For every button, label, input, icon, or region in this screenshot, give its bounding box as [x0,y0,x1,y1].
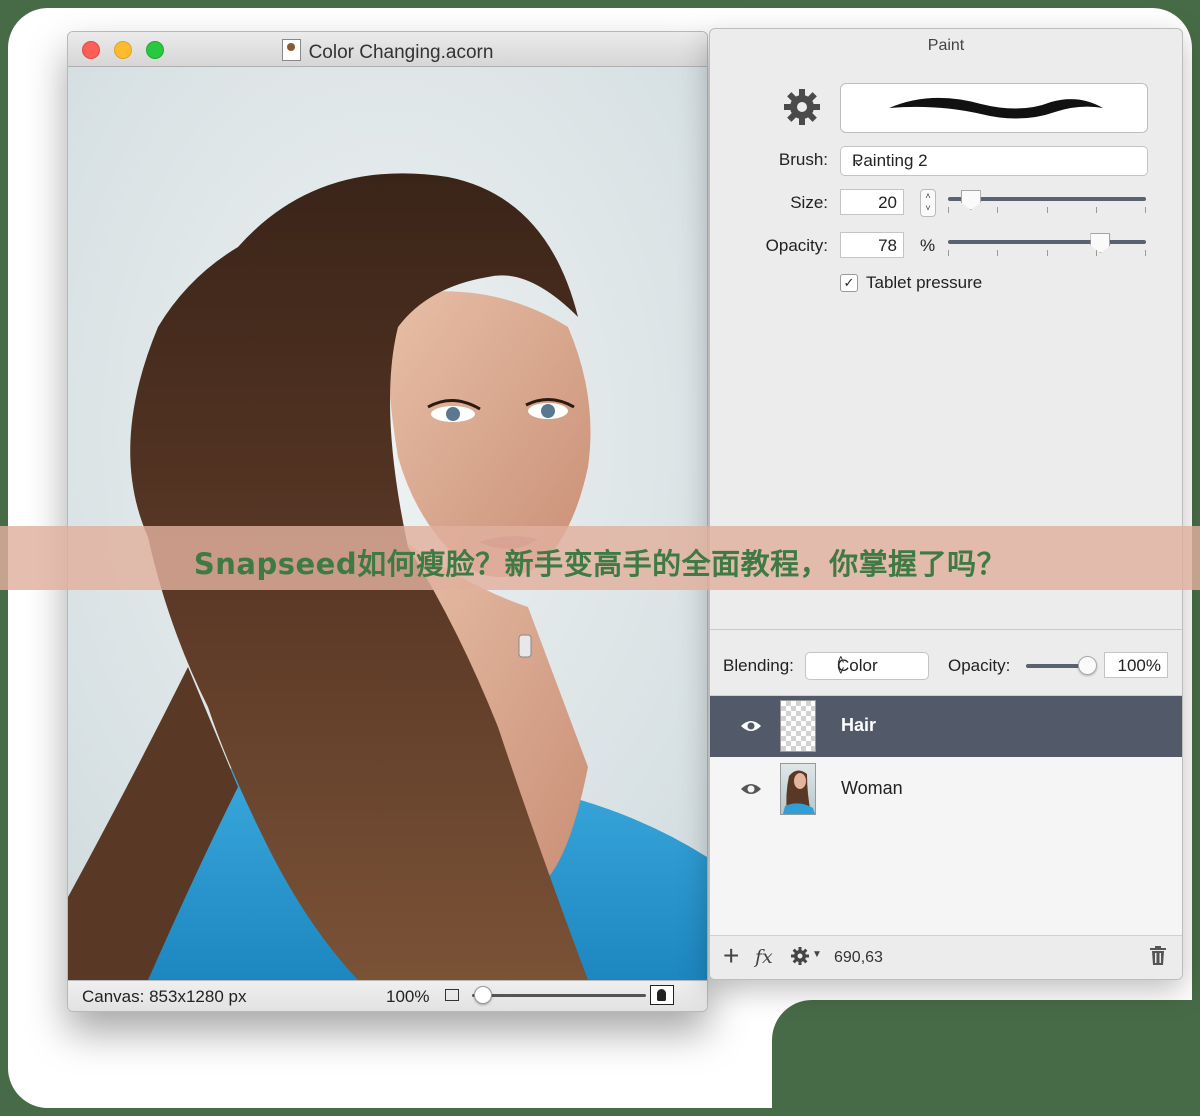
plus-icon[interactable]: + [723,942,739,970]
blending-label: Blending: [723,656,794,675]
up-down-arrows-icon: ˄ ˅ [837,652,845,678]
layer-row-woman[interactable]: Woman [710,759,1182,820]
layer-row-hair[interactable]: Hair [710,696,1182,757]
layer-opacity-slider-knob[interactable] [1078,656,1097,675]
layer-thumbnail-photo [780,763,816,815]
portrait-thumbnail [783,770,815,814]
eye-icon[interactable] [740,719,762,733]
layer-list: Hair Woman [710,695,1182,936]
opacity-unit: % [920,236,936,255]
eye-icon[interactable] [740,782,762,796]
zoom-percentage: 100% [386,987,430,1006]
dropdown-arrow-icon[interactable]: ▼ [812,949,822,960]
opacity-slider-track[interactable] [948,240,1146,244]
portrait-photo [68,67,707,980]
layers-panel: Blending: Color ˄ ˅ Opacity: 100% Hair W… [710,629,1182,979]
brush-preview [840,83,1148,133]
size-label: Size: [790,193,828,212]
size-slider-ticks [948,207,1146,215]
fx-button[interactable]: fx [755,946,773,968]
opacity-field[interactable]: 78 [840,232,904,258]
brush-stroke-preview [889,97,1103,119]
backdrop-corner [772,1000,1200,1116]
brush-select[interactable]: Painting 2 ⌄ [840,146,1148,176]
headline-banner: Snapseed如何瘦脸？新手变高手的全面教程，你掌握了吗？ [0,526,1200,590]
layer-opacity-slider-track[interactable] [1026,664,1086,668]
acorn-document-icon [281,39,301,61]
zoom-in-icon[interactable] [650,985,674,1005]
layer-name: Woman [841,778,903,798]
layer-thumbnail-transparent [780,700,816,752]
zoom-slider-knob[interactable] [474,986,492,1004]
zoom-slider-track[interactable] [472,994,646,997]
opacity-slider-ticks [948,250,1146,258]
panel-title: Paint [927,37,965,54]
cursor-coordinates: 690,63 [834,949,883,966]
image-canvas[interactable] [68,67,707,980]
layer-name: Hair [841,715,877,735]
layers-footer: + fx ▼ 690,63 [710,935,1182,979]
size-stepper[interactable]: ˄ ˅ [920,189,936,217]
status-bar: Canvas: 853x1280 px 100% [68,980,707,1011]
paint-panel: Paint Brush: Painting 2 ⌄ Size: 20 ˄ ˅ Op… [709,28,1183,980]
blending-select[interactable]: Color ˄ ˅ [805,652,929,680]
layer-opacity-label: Opacity: [948,656,1011,675]
size-field[interactable]: 20 [840,189,904,215]
headline-text: Snapseed如何瘦脸？新手变高手的全面教程，你掌握了吗？ [193,547,1007,581]
layer-opacity-field[interactable]: 100% [1104,652,1168,678]
trash-icon[interactable] [1150,946,1166,965]
tablet-pressure-label: Tablet pressure [866,273,983,292]
window-title: Color Changing.acorn [308,42,494,63]
window-title-group: Color Changing.acorn [68,39,707,64]
opacity-label: Opacity: [765,236,828,255]
brush-label: Brush: [778,150,828,169]
chevron-down-icon: ⌄ [852,153,866,170]
canvas-window: Color Changing.acorn Canvas: 853x1280 px… [67,31,708,1012]
gear-icon[interactable] [790,946,810,966]
tablet-pressure-checkbox[interactable]: ✓ [840,274,858,292]
brush-settings-gear-icon[interactable] [782,87,822,127]
canvas-size-label: Canvas: 853x1280 px [82,987,247,1006]
title-bar[interactable]: Color Changing.acorn [68,32,707,67]
zoom-out-icon[interactable] [445,989,459,1001]
